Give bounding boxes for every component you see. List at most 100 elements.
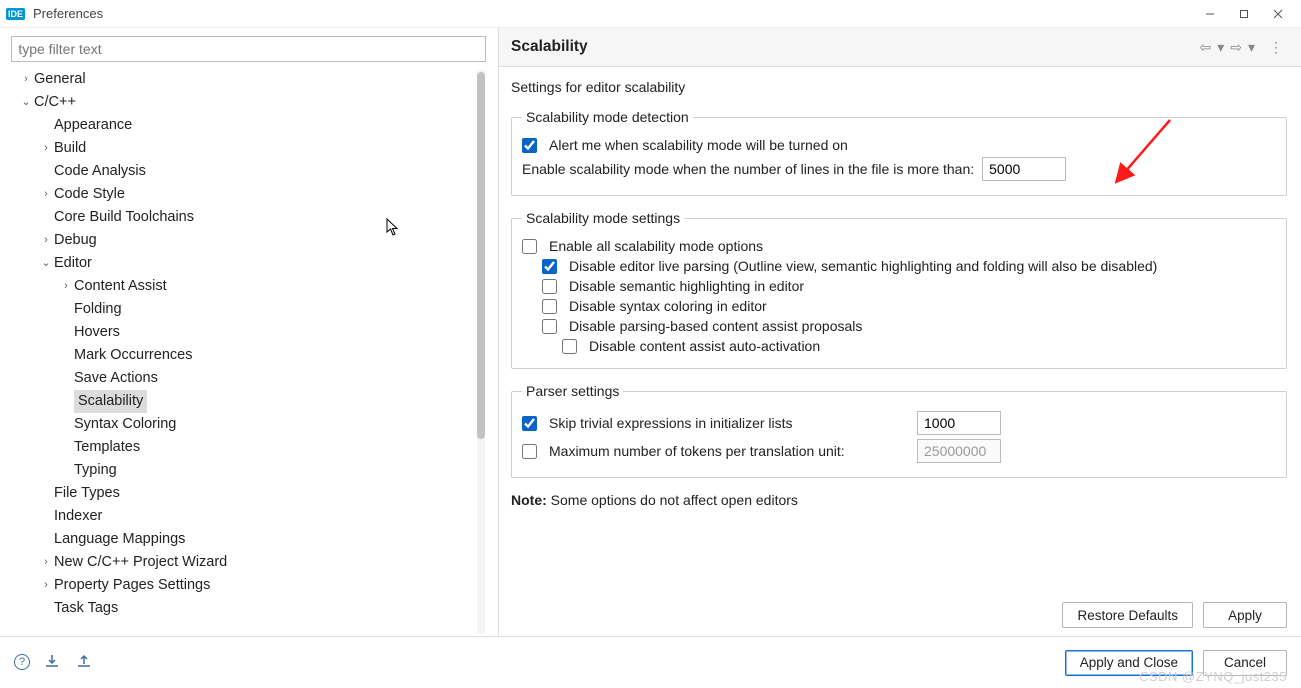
group-detection: Scalability mode detection Alert me when… bbox=[511, 109, 1287, 196]
tree-item-folding[interactable]: Folding bbox=[10, 298, 493, 321]
group-settings: Scalability mode settings Enable all sca… bbox=[511, 210, 1287, 369]
disable-semantic-label: Disable semantic highlighting in editor bbox=[569, 278, 804, 294]
tree-label: Typing bbox=[74, 459, 117, 482]
tree-item-ccpp[interactable]: ⌄C/C++ bbox=[10, 91, 493, 114]
tree-item-build[interactable]: ›Build bbox=[10, 137, 493, 160]
skip-trivial-checkbox[interactable] bbox=[522, 416, 537, 431]
max-tokens-checkbox[interactable] bbox=[522, 444, 537, 459]
enable-all-checkbox[interactable] bbox=[522, 239, 537, 254]
tree-item-syntax-coloring[interactable]: Syntax Coloring bbox=[10, 413, 493, 436]
disable-syntax-checkbox[interactable] bbox=[542, 299, 557, 314]
skip-trivial-label: Skip trivial expressions in initializer … bbox=[549, 415, 909, 431]
tree-item-templates[interactable]: Templates bbox=[10, 436, 493, 459]
cancel-button[interactable]: Cancel bbox=[1203, 650, 1287, 676]
restore-defaults-button[interactable]: Restore Defaults bbox=[1062, 602, 1193, 628]
tree-label: Core Build Toolchains bbox=[54, 206, 194, 229]
skip-trivial-input[interactable] bbox=[917, 411, 1001, 435]
ide-icon: IDE bbox=[6, 8, 25, 20]
nav-back-menu-icon[interactable]: ▾ bbox=[1215, 39, 1226, 56]
tree-item-code-analysis[interactable]: Code Analysis bbox=[10, 160, 493, 183]
disable-semantic-checkbox[interactable] bbox=[542, 279, 557, 294]
maximize-button[interactable] bbox=[1227, 2, 1261, 26]
tree-item-appearance[interactable]: Appearance bbox=[10, 114, 493, 137]
disable-proposals-checkbox[interactable] bbox=[542, 319, 557, 334]
preferences-tree[interactable]: ›General ⌄C/C++ Appearance ›Build Code A… bbox=[4, 68, 493, 636]
disable-parsing-checkbox[interactable] bbox=[542, 259, 557, 274]
page-header: Scalability ⇦ ▾ ⇨ ▾ ⋮ bbox=[499, 28, 1301, 67]
alert-label: Alert me when scalability mode will be t… bbox=[549, 137, 848, 153]
note: Note: Some options do not affect open ed… bbox=[511, 492, 1287, 508]
tree-label: Templates bbox=[74, 436, 140, 459]
tree-label: Indexer bbox=[54, 505, 102, 528]
tree-item-lang-map[interactable]: Language Mappings bbox=[10, 528, 493, 551]
filter-input[interactable] bbox=[11, 36, 485, 62]
tree-label: Scalability bbox=[74, 390, 147, 413]
apply-and-close-button[interactable]: Apply and Close bbox=[1065, 650, 1193, 676]
tree-label: New C/C++ Project Wizard bbox=[54, 551, 227, 574]
tree-item-code-style[interactable]: ›Code Style bbox=[10, 183, 493, 206]
group-settings-title: Scalability mode settings bbox=[522, 210, 684, 226]
tree-label: Task Tags bbox=[54, 597, 118, 620]
group-parser: Parser settings Skip trivial expressions… bbox=[511, 383, 1287, 478]
tree-item-new-proj[interactable]: ›New C/C++ Project Wizard bbox=[10, 551, 493, 574]
tree-item-save-actions[interactable]: Save Actions bbox=[10, 367, 493, 390]
left-pane: ›General ⌄C/C++ Appearance ›Build Code A… bbox=[0, 28, 498, 636]
nav-back-icon[interactable]: ⇦ bbox=[1197, 39, 1213, 56]
tree-label: Save Actions bbox=[74, 367, 158, 390]
tree-item-indexer[interactable]: Indexer bbox=[10, 505, 493, 528]
view-menu-icon[interactable]: ⋮ bbox=[1267, 39, 1285, 56]
enable-when-input[interactable] bbox=[982, 157, 1066, 181]
note-prefix: Note: bbox=[511, 492, 547, 508]
tree-label: Hovers bbox=[74, 321, 120, 344]
tree-label: Content Assist bbox=[74, 275, 167, 298]
tree-label: Appearance bbox=[54, 114, 132, 137]
minimize-button[interactable] bbox=[1193, 2, 1227, 26]
page-content: Settings for editor scalability Scalabil… bbox=[499, 67, 1301, 596]
apply-button[interactable]: Apply bbox=[1203, 602, 1287, 628]
disable-parsing-label: Disable editor live parsing (Outline vie… bbox=[569, 258, 1157, 274]
tree-item-hovers[interactable]: Hovers bbox=[10, 321, 493, 344]
tree-label: Language Mappings bbox=[54, 528, 185, 551]
disable-proposals-label: Disable parsing-based content assist pro… bbox=[569, 318, 862, 334]
titlebar: IDE Preferences bbox=[0, 0, 1301, 28]
alert-checkbox[interactable] bbox=[522, 138, 537, 153]
cursor-icon bbox=[386, 218, 400, 239]
tree-label: Debug bbox=[54, 229, 97, 252]
nav-forward-menu-icon[interactable]: ▾ bbox=[1246, 39, 1257, 56]
help-icon[interactable]: ? bbox=[14, 654, 30, 670]
tree-label: Folding bbox=[74, 298, 122, 321]
intro-text: Settings for editor scalability bbox=[511, 79, 1287, 95]
tree-label: Mark Occurrences bbox=[74, 344, 192, 367]
group-parser-title: Parser settings bbox=[522, 383, 623, 399]
tree-label: Build bbox=[54, 137, 86, 160]
tree-item-mark-occ[interactable]: Mark Occurrences bbox=[10, 344, 493, 367]
page-title: Scalability bbox=[511, 38, 1197, 56]
disable-autoact-checkbox[interactable] bbox=[562, 339, 577, 354]
tree-item-prop-pages[interactable]: ›Property Pages Settings bbox=[10, 574, 493, 597]
enable-all-label: Enable all scalability mode options bbox=[549, 238, 763, 254]
tree-label: File Types bbox=[54, 482, 120, 505]
tree-item-typing[interactable]: Typing bbox=[10, 459, 493, 482]
tree-label: General bbox=[34, 68, 86, 91]
note-text: Some options do not affect open editors bbox=[547, 492, 798, 508]
tree-label: Syntax Coloring bbox=[74, 413, 176, 436]
tree-scrollbar[interactable] bbox=[477, 70, 485, 634]
tree-label: Editor bbox=[54, 252, 92, 275]
disable-syntax-label: Disable syntax coloring in editor bbox=[569, 298, 767, 314]
tree-item-debug[interactable]: ›Debug bbox=[10, 229, 493, 252]
tree-item-task-tags[interactable]: Task Tags bbox=[10, 597, 493, 620]
import-icon[interactable] bbox=[44, 654, 62, 671]
tree-item-general[interactable]: ›General bbox=[10, 68, 493, 91]
tree-item-core-build[interactable]: Core Build Toolchains bbox=[10, 206, 493, 229]
tree-item-scalability[interactable]: Scalability bbox=[10, 390, 493, 413]
tree-label: Code Style bbox=[54, 183, 125, 206]
nav-forward-icon[interactable]: ⇨ bbox=[1228, 39, 1244, 56]
export-icon[interactable] bbox=[76, 654, 94, 671]
enable-when-label: Enable scalability mode when the number … bbox=[522, 161, 974, 177]
tree-item-editor[interactable]: ⌄Editor bbox=[10, 252, 493, 275]
close-button[interactable] bbox=[1261, 2, 1295, 26]
right-pane: Scalability ⇦ ▾ ⇨ ▾ ⋮ Settings for edito… bbox=[498, 28, 1301, 636]
tree-item-content-assist[interactable]: ›Content Assist bbox=[10, 275, 493, 298]
tree-item-file-types[interactable]: File Types bbox=[10, 482, 493, 505]
disable-autoact-label: Disable content assist auto-activation bbox=[589, 338, 820, 354]
